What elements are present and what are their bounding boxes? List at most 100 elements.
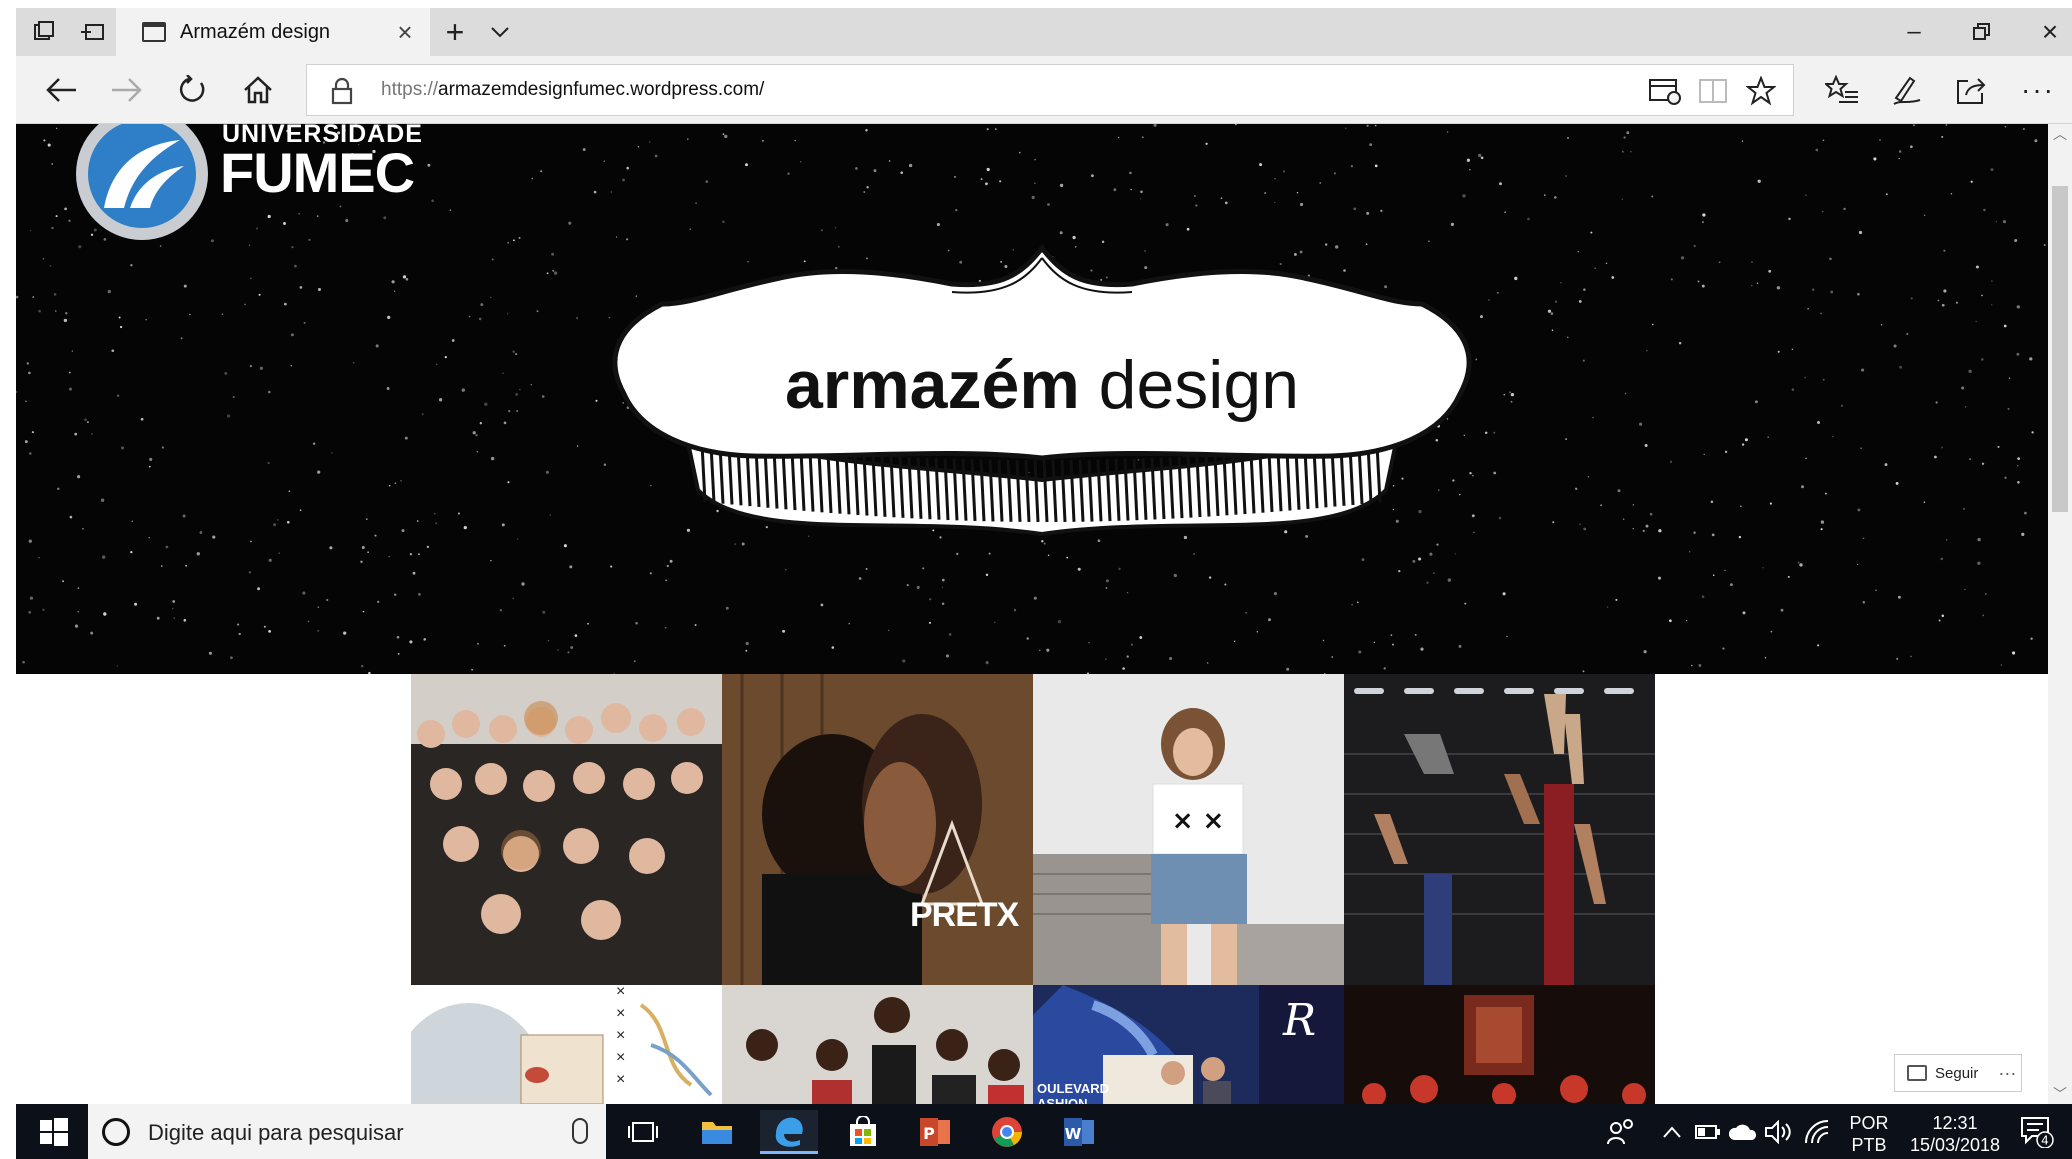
address-bar[interactable]: https://armazemdesignfumec.wordpress.com… bbox=[306, 64, 1794, 116]
follow-more-icon[interactable]: ··· bbox=[1998, 1063, 2016, 1084]
pretx-photo-image bbox=[722, 674, 1033, 985]
star-speck bbox=[24, 400, 27, 403]
minimize-icon[interactable]: – bbox=[1880, 8, 1948, 56]
star-speck bbox=[908, 163, 913, 168]
star-speck bbox=[478, 317, 482, 321]
volume-icon[interactable] bbox=[1764, 1104, 1792, 1159]
star-speck bbox=[68, 371, 71, 374]
photo-tile-illustration[interactable]: × × × × × bbox=[411, 985, 722, 1104]
star-speck bbox=[1122, 667, 1125, 670]
star-speck bbox=[1964, 588, 1966, 591]
taskbar-clock[interactable]: 12:31 15/03/2018 bbox=[1902, 1112, 2008, 1156]
star-speck bbox=[1351, 603, 1353, 606]
star-speck bbox=[1567, 336, 1569, 338]
photo-tile-group[interactable] bbox=[411, 674, 722, 985]
star-speck bbox=[1923, 214, 1926, 217]
photo-tile-rooftop[interactable]: × × bbox=[1033, 674, 1344, 985]
star-speck bbox=[531, 177, 533, 180]
input-language[interactable]: POR PTB bbox=[1842, 1112, 1896, 1156]
star-speck bbox=[1910, 297, 1913, 300]
scroll-up-icon[interactable]: ︿ bbox=[2048, 124, 2072, 144]
chrome-icon[interactable] bbox=[978, 1110, 1036, 1154]
star-speck bbox=[1420, 647, 1424, 651]
tab-list-chevron-icon[interactable] bbox=[478, 8, 522, 56]
taskbar-search-box[interactable]: Digite aqui para pesquisar bbox=[88, 1104, 606, 1159]
illustration-image bbox=[411, 985, 722, 1104]
photo-tile-boulevard[interactable]: R OULEVARD ASHION bbox=[1033, 985, 1344, 1104]
star-speck bbox=[1412, 559, 1416, 563]
close-window-icon[interactable]: × bbox=[2016, 8, 2072, 56]
star-speck bbox=[1626, 131, 1630, 135]
star-speck bbox=[1632, 527, 1634, 530]
star-speck bbox=[43, 139, 46, 142]
star-speck bbox=[1969, 458, 1972, 461]
new-tab-icon[interactable]: + bbox=[430, 8, 480, 56]
star-speck bbox=[1117, 136, 1120, 139]
edge-icon[interactable] bbox=[760, 1110, 818, 1154]
star-speck bbox=[1464, 602, 1467, 605]
star-speck bbox=[1963, 508, 1965, 510]
star-speck bbox=[317, 470, 321, 474]
wifi-icon[interactable] bbox=[1804, 1104, 1830, 1159]
tab-close-icon[interactable]: × bbox=[390, 8, 420, 56]
star-speck bbox=[418, 593, 421, 596]
page-scrollbar[interactable]: ︿ ﹀ bbox=[2048, 124, 2072, 1104]
photo-tile-shoes[interactable] bbox=[1344, 674, 1655, 985]
word-icon[interactable]: W bbox=[1050, 1110, 1108, 1154]
star-speck bbox=[689, 228, 691, 230]
star-speck bbox=[1910, 145, 1913, 149]
more-icon[interactable]: ··· bbox=[2010, 62, 2066, 118]
star-speck bbox=[401, 529, 405, 533]
store-icon[interactable] bbox=[834, 1110, 892, 1154]
star-speck bbox=[648, 141, 651, 143]
star-speck bbox=[948, 633, 952, 636]
star-speck bbox=[82, 528, 84, 530]
onedrive-icon[interactable] bbox=[1728, 1104, 1758, 1159]
photo-tile-models[interactable] bbox=[722, 985, 1033, 1104]
star-speck bbox=[1791, 348, 1794, 351]
scroll-thumb[interactable] bbox=[2052, 186, 2068, 512]
powerpoint-icon[interactable]: P bbox=[906, 1110, 964, 1154]
pen-icon[interactable] bbox=[1878, 62, 1934, 118]
star-speck bbox=[1140, 190, 1143, 194]
x-mark-icon: × bbox=[616, 985, 626, 1000]
star-speck bbox=[2007, 407, 2010, 410]
task-view-icon[interactable] bbox=[614, 1110, 672, 1154]
forward-icon[interactable] bbox=[98, 62, 154, 118]
home-icon[interactable] bbox=[230, 62, 286, 118]
favorites-hub-icon[interactable] bbox=[1814, 62, 1870, 118]
star-speck bbox=[1458, 644, 1462, 648]
star-speck bbox=[22, 660, 25, 664]
tab-armazem-design[interactable]: Armazém design × bbox=[116, 8, 430, 56]
star-speck bbox=[1669, 460, 1673, 463]
star-speck bbox=[787, 172, 790, 175]
scroll-down-icon[interactable]: ﹀ bbox=[2048, 1084, 2072, 1104]
star-speck bbox=[1840, 404, 1844, 407]
follow-button[interactable]: Seguir ··· bbox=[1894, 1054, 2022, 1092]
reading-list-icon[interactable] bbox=[1645, 73, 1685, 109]
microphone-icon[interactable] bbox=[572, 1118, 588, 1144]
refresh-icon[interactable] bbox=[164, 62, 220, 118]
tab-preview-icon[interactable] bbox=[70, 8, 116, 56]
file-explorer-icon[interactable] bbox=[688, 1110, 746, 1154]
photo-tile-pretx[interactable]: PRETX bbox=[722, 674, 1033, 985]
windows-start-icon[interactable] bbox=[36, 1114, 72, 1150]
people-icon[interactable] bbox=[1606, 1104, 1636, 1159]
action-center-icon[interactable]: 4 bbox=[2020, 1116, 2054, 1148]
star-speck bbox=[626, 166, 629, 170]
tray-chevron-icon[interactable] bbox=[1662, 1104, 1682, 1159]
reading-view-icon[interactable] bbox=[1693, 73, 1733, 109]
share-icon[interactable] bbox=[1944, 62, 2000, 118]
back-icon[interactable] bbox=[34, 62, 90, 118]
star-speck bbox=[794, 139, 796, 142]
star-speck bbox=[1224, 201, 1228, 205]
star-speck bbox=[1392, 643, 1394, 646]
star-speck bbox=[1943, 249, 1946, 252]
star-speck bbox=[1817, 421, 1820, 424]
favorite-star-icon[interactable] bbox=[1741, 73, 1781, 109]
battery-icon[interactable] bbox=[1694, 1104, 1722, 1159]
star-speck bbox=[1991, 304, 1993, 306]
tab-aside-icon[interactable] bbox=[20, 8, 68, 56]
restore-icon[interactable] bbox=[1948, 8, 2016, 56]
photo-tile-red-scene[interactable] bbox=[1344, 985, 1655, 1104]
